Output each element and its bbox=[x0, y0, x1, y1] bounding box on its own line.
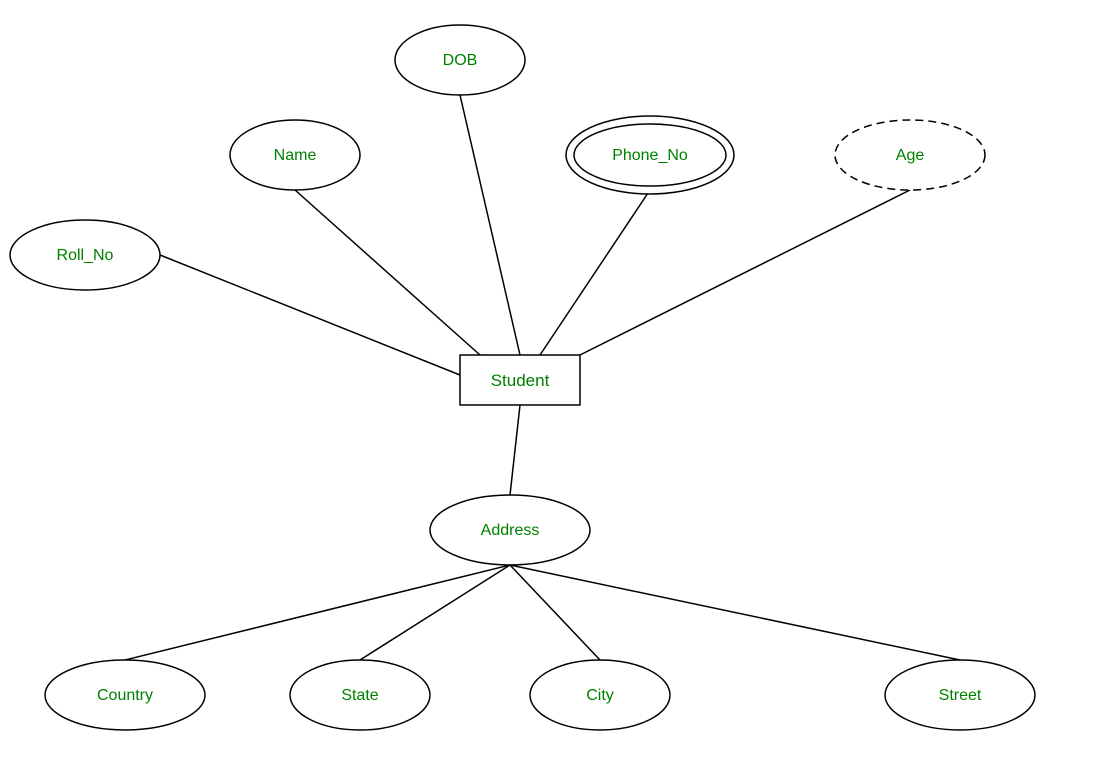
line-address-street bbox=[510, 565, 960, 660]
line-phoneno-student bbox=[540, 190, 650, 355]
label-name: Name bbox=[274, 147, 317, 164]
line-dob-student bbox=[460, 95, 520, 355]
line-age-student bbox=[580, 190, 910, 355]
line-rollno-student bbox=[160, 255, 460, 375]
label-phoneno: Phone_No bbox=[612, 147, 688, 164]
label-city: City bbox=[586, 687, 614, 704]
label-country: Country bbox=[97, 687, 153, 704]
label-student: Student bbox=[491, 371, 550, 390]
line-student-address bbox=[510, 405, 520, 495]
label-dob: DOB bbox=[443, 52, 478, 69]
line-address-city bbox=[510, 565, 600, 660]
label-street: Street bbox=[939, 687, 982, 704]
label-state: State bbox=[341, 687, 378, 704]
label-age: Age bbox=[896, 147, 925, 164]
line-address-country bbox=[125, 565, 510, 660]
label-address: Address bbox=[481, 522, 540, 539]
label-rollno: Roll_No bbox=[57, 247, 114, 264]
line-address-state bbox=[360, 565, 510, 660]
line-name-student bbox=[295, 190, 480, 355]
